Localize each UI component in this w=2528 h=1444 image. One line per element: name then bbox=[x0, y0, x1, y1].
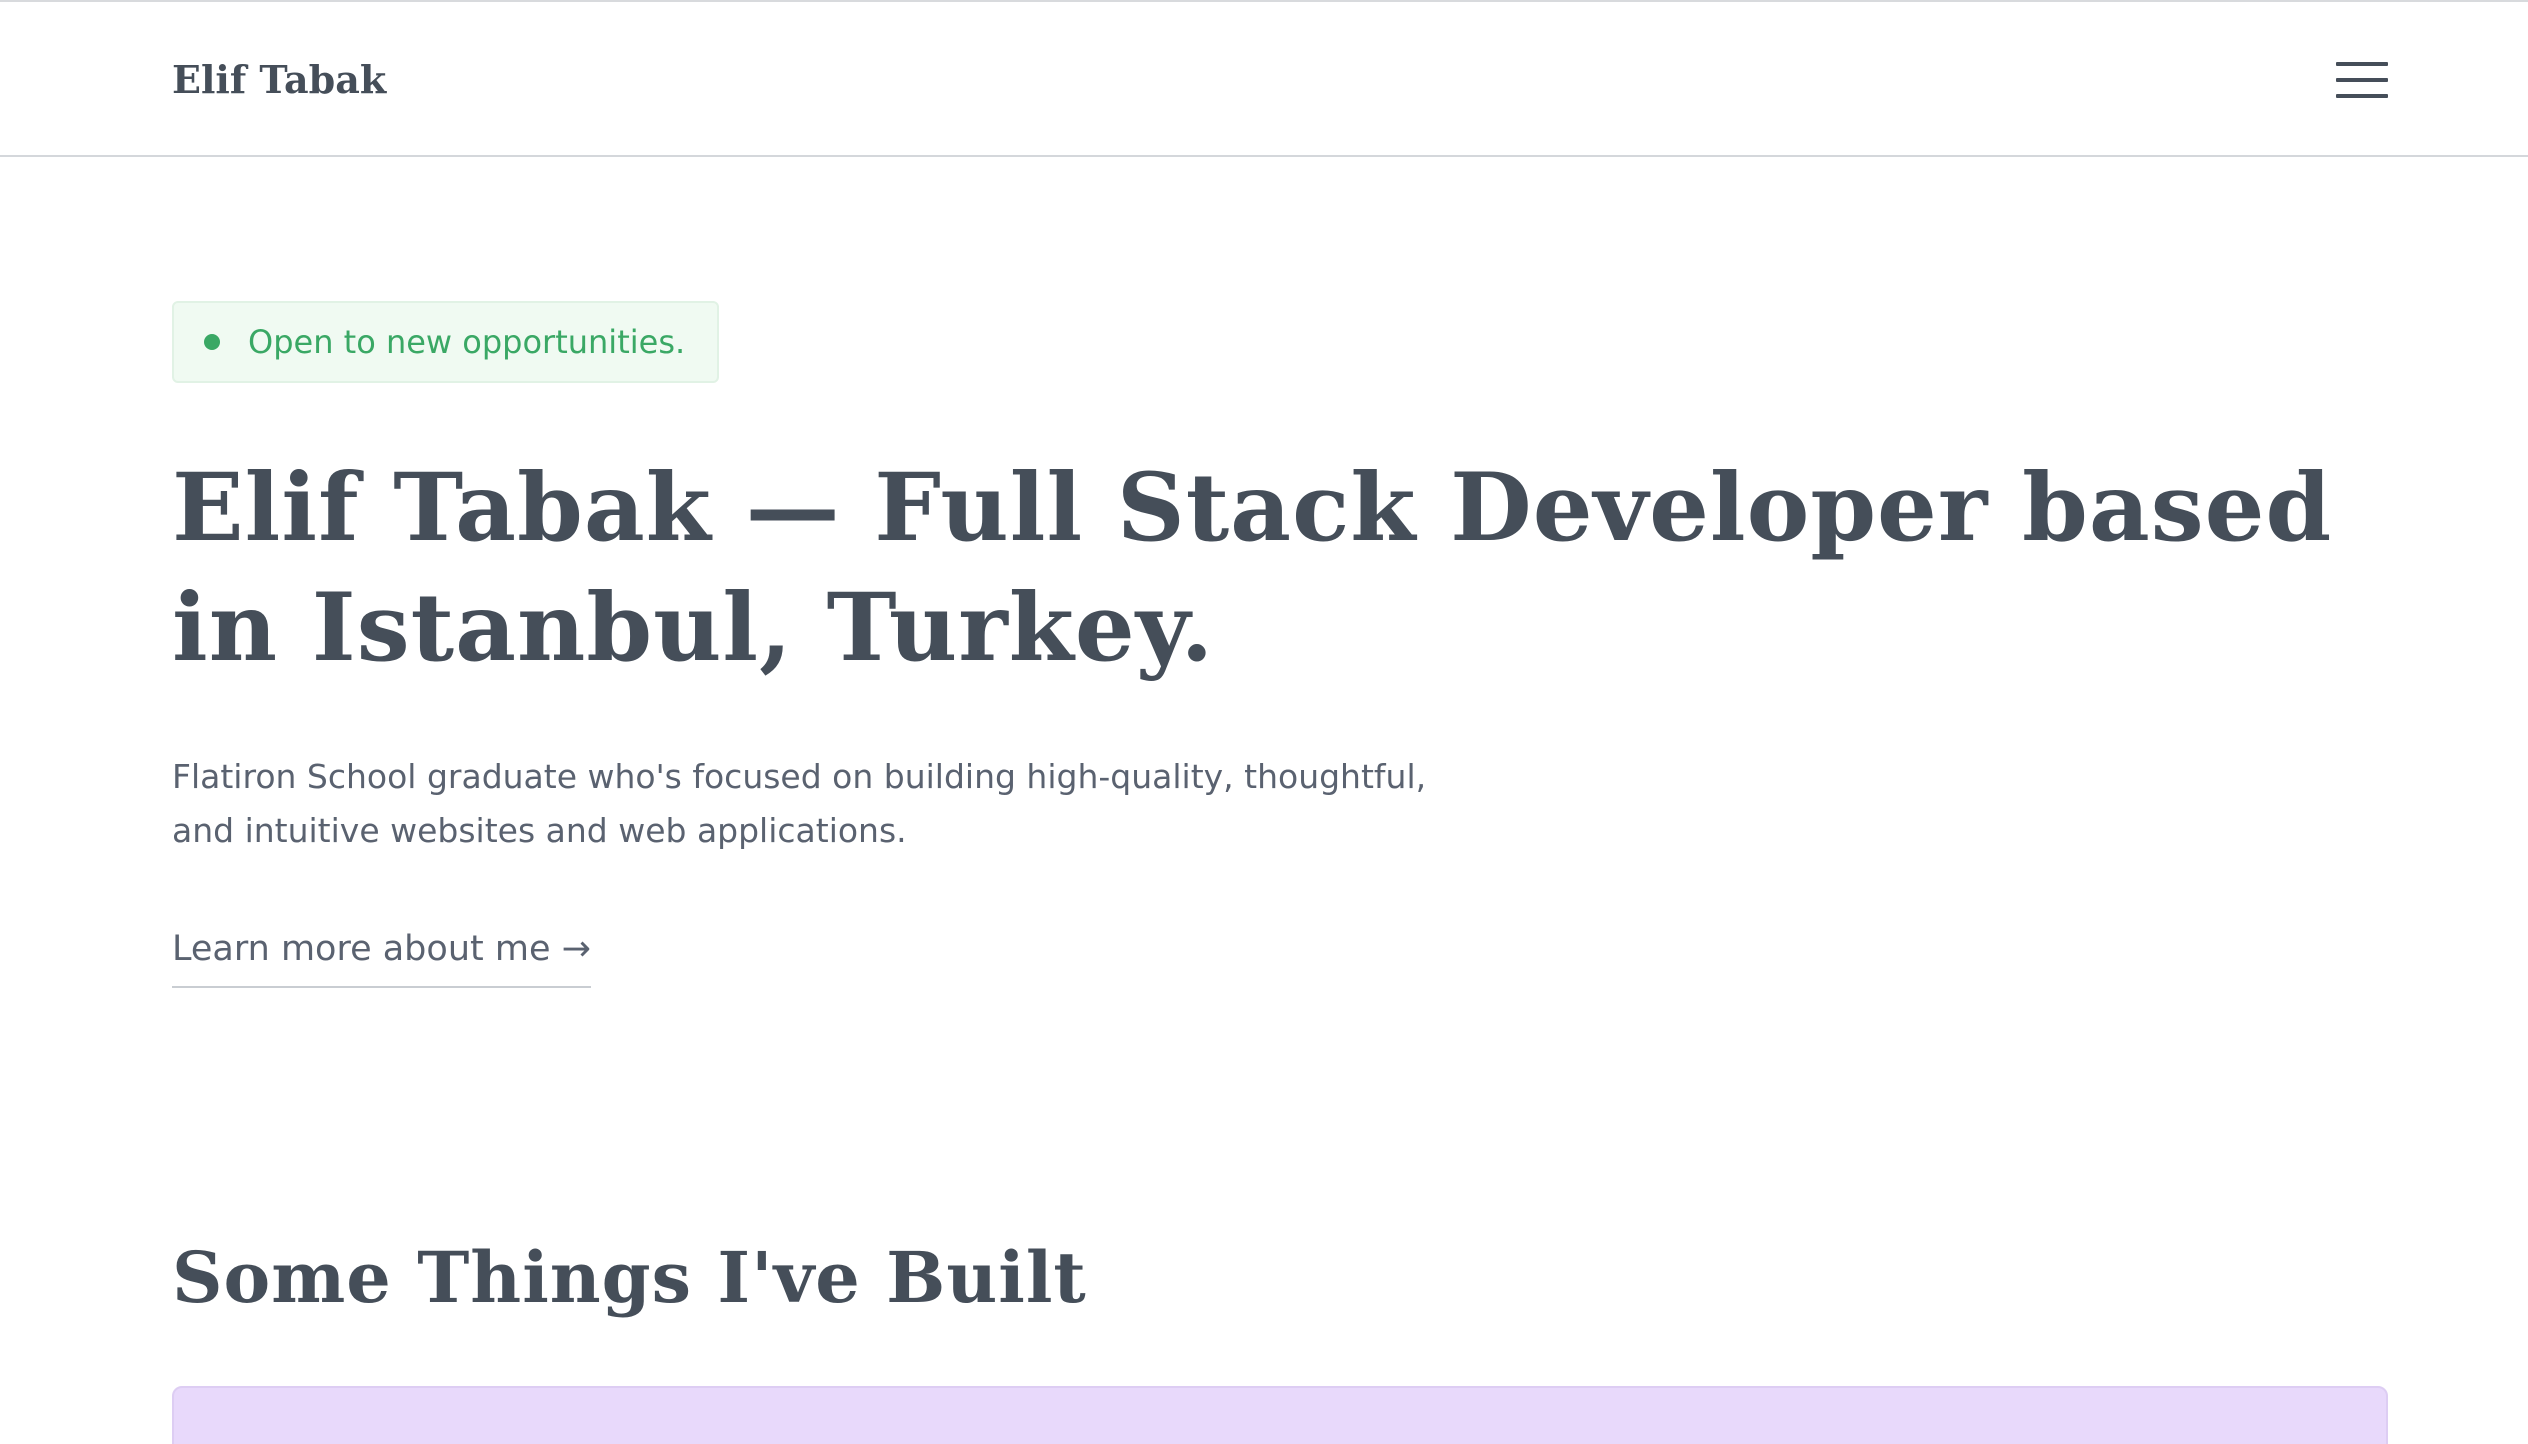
status-badge-label: Open to new opportunities. bbox=[248, 323, 686, 361]
menu-bar bbox=[2336, 78, 2388, 82]
menu-bar bbox=[2336, 94, 2388, 98]
project-card[interactable] bbox=[172, 1386, 2388, 1444]
status-dot-icon bbox=[204, 334, 220, 350]
projects-heading: Some Things I've Built bbox=[172, 1236, 1087, 1319]
learn-more-link[interactable]: Learn more about me → bbox=[172, 922, 591, 988]
status-badge: Open to new opportunities. bbox=[172, 301, 720, 383]
menu-bar bbox=[2336, 62, 2388, 66]
site-header: Elif Tabak bbox=[0, 2, 2528, 157]
hero-intro: Flatiron School graduate who's focused o… bbox=[172, 757, 1427, 850]
hero-title: Elif Tabak — Full Stack Developer based … bbox=[172, 453, 2333, 683]
brand-logo-link[interactable]: Elif Tabak bbox=[172, 54, 386, 106]
hamburger-menu-icon[interactable] bbox=[2336, 60, 2388, 100]
